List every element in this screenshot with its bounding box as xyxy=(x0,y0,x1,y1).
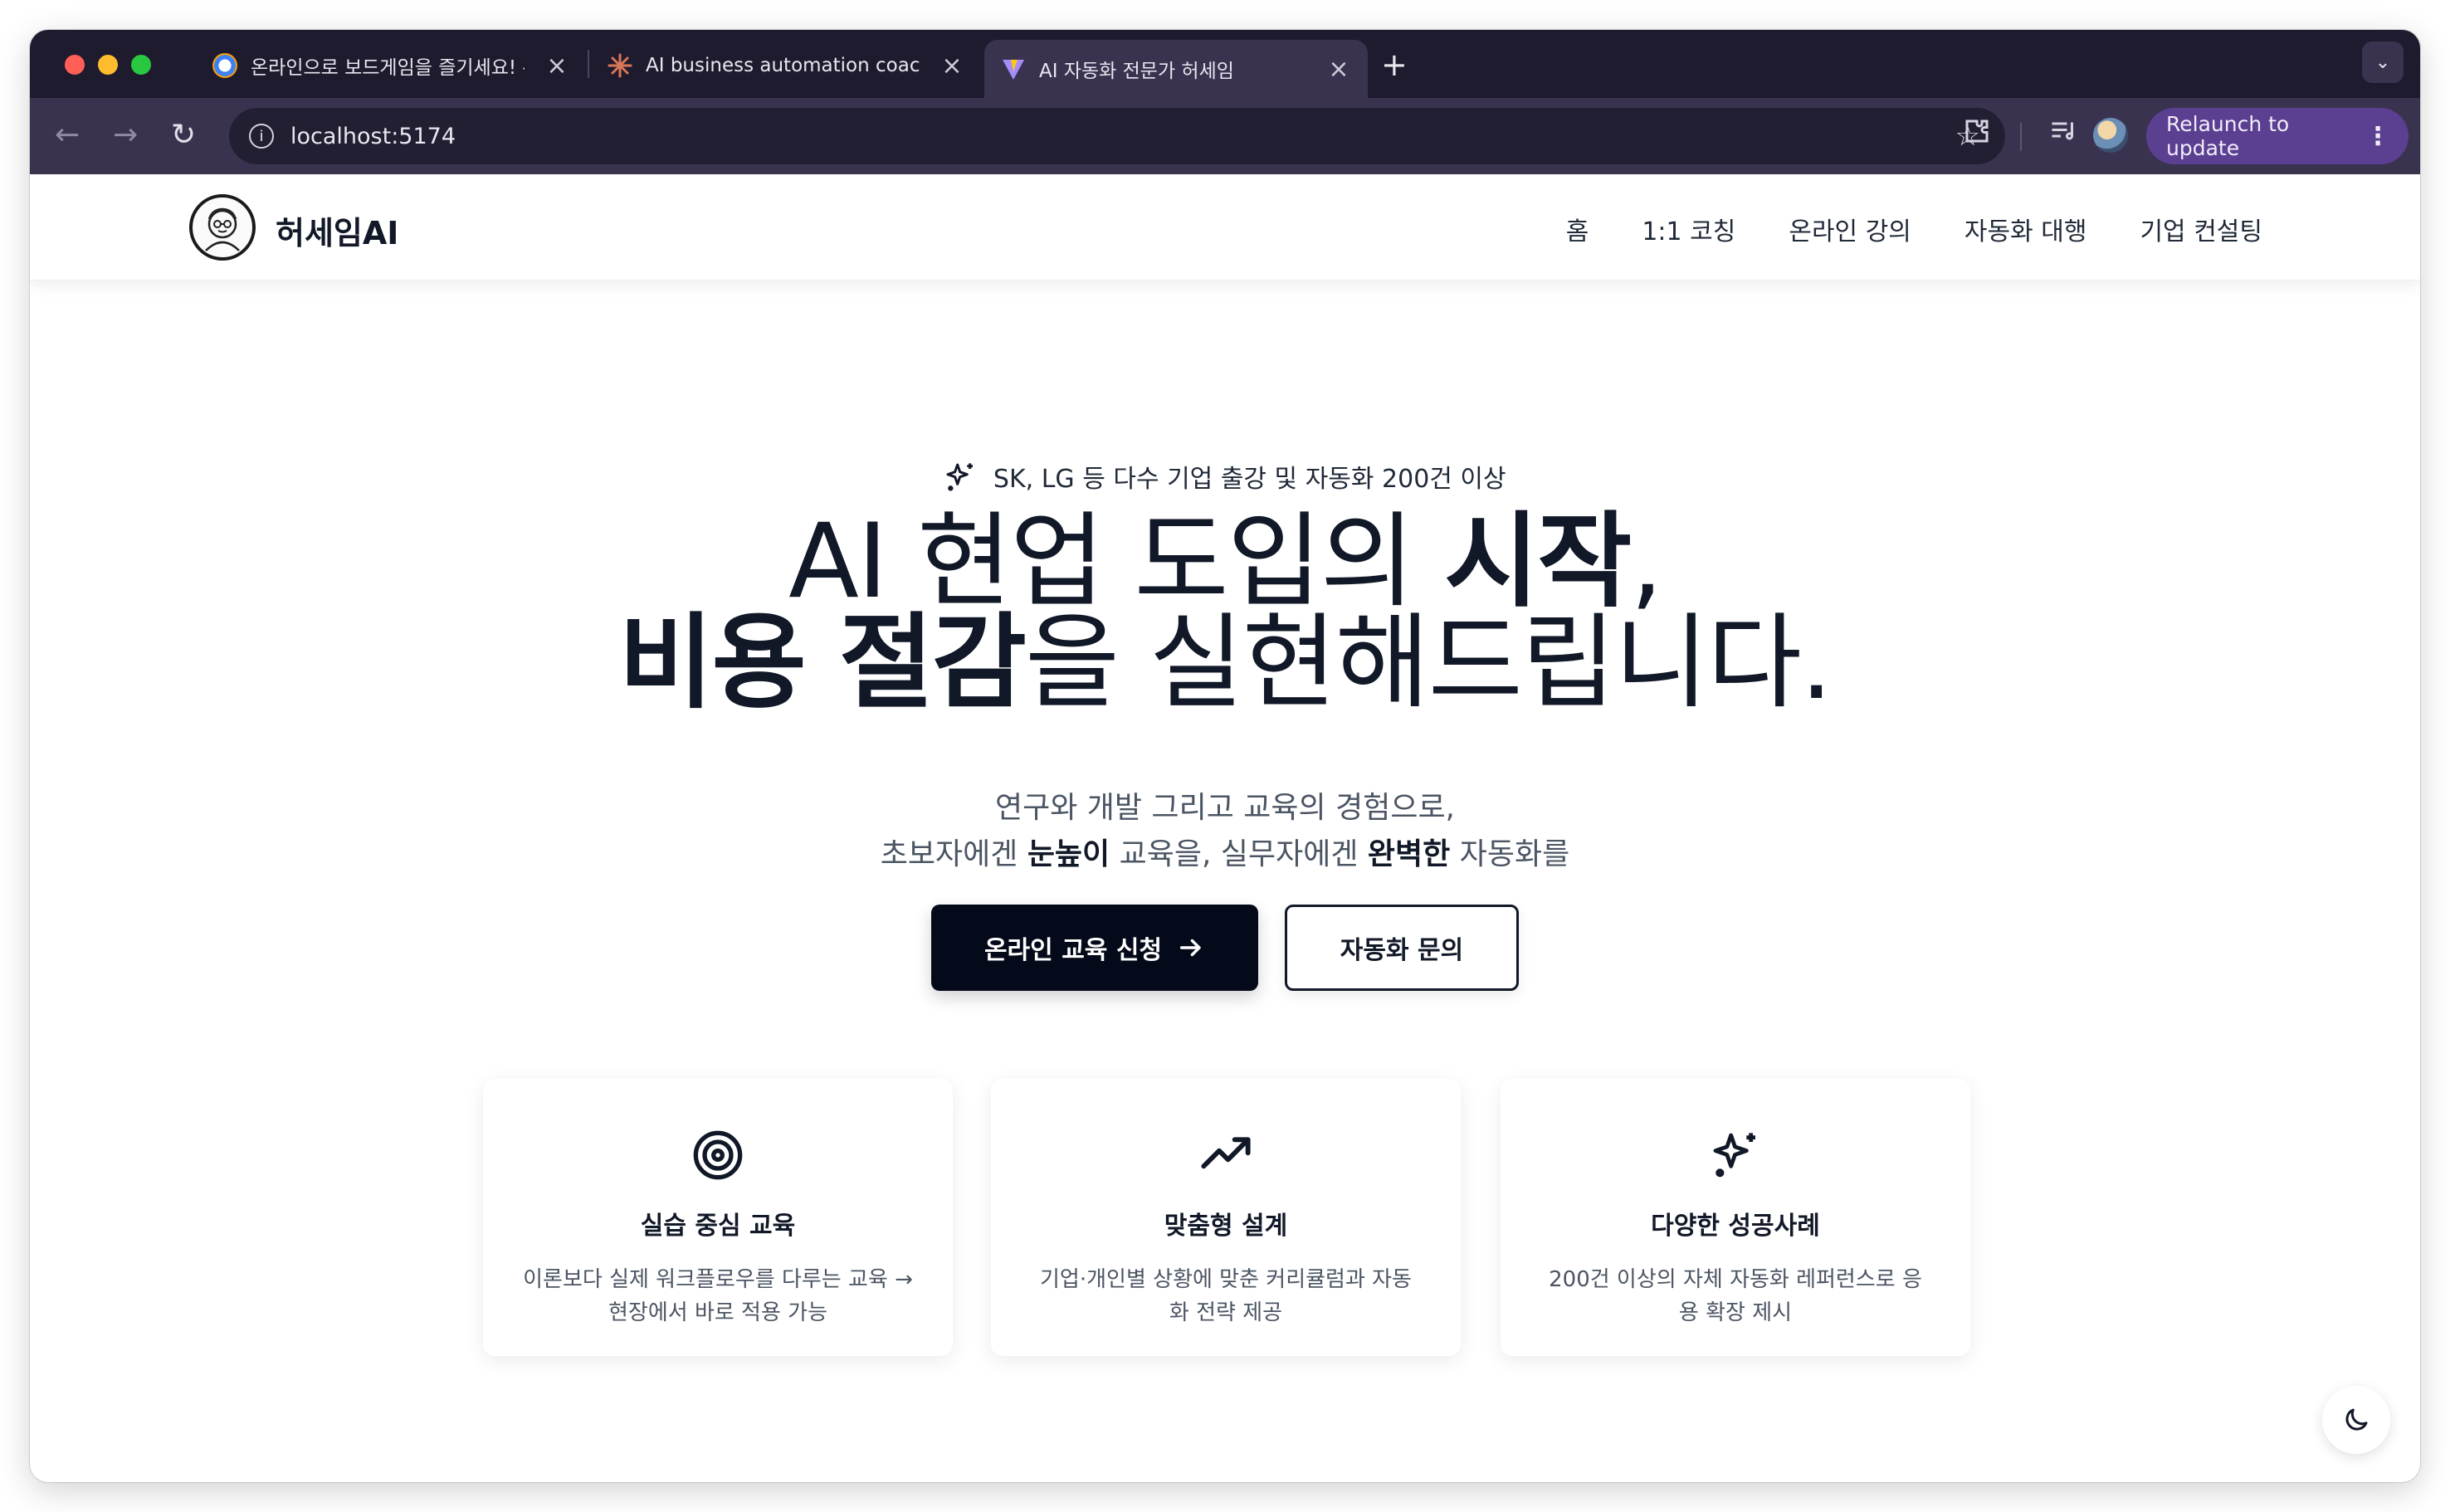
hero-title-text: 을 실현해드립니다. xyxy=(1025,603,1833,723)
minimize-window-button[interactable] xyxy=(98,55,118,75)
nav-online-course[interactable]: 온라인 강의 xyxy=(1789,211,1911,247)
feature-title: 맞춤형 설계 xyxy=(1164,1212,1288,1241)
button-label: 자동화 문의 xyxy=(1340,936,1464,965)
subtitle-text: 교육을, 실무자에겐 xyxy=(1110,837,1368,871)
hero-subtitle-line-2: 초보자에겐 눈높이 교육을, 실무자에겐 완벽한 자동화를 xyxy=(30,832,2420,878)
hero-badge: SK, LG 등 다수 기업 출강 및 자동화 200건 이상 xyxy=(30,458,2420,495)
feature-title: 실습 중심 교육 xyxy=(640,1212,796,1241)
extensions-puzzle-icon[interactable] xyxy=(1962,116,1992,154)
claude-favicon-icon xyxy=(608,53,632,78)
online-course-apply-button[interactable]: 온라인 교육 신청 xyxy=(931,905,1258,991)
sparkles-icon xyxy=(1713,1133,1755,1178)
brand-logo-avatar[interactable] xyxy=(189,194,256,261)
browser-toolbar: ← → ↻ i localhost:5174 ☆ Relaunch to upd… xyxy=(30,98,2420,174)
brand-name[interactable]: 허세임AI xyxy=(276,207,398,253)
tab-divider xyxy=(588,50,589,78)
trending-up-icon xyxy=(1201,1137,1251,1169)
hero-title-line-1: AI 현업 도입의 시작, xyxy=(30,510,2420,613)
maximize-window-button[interactable] xyxy=(131,55,151,75)
nav-home[interactable]: 홈 xyxy=(1566,211,1589,247)
relaunch-to-update-button[interactable]: Relaunch to update ⋮ xyxy=(2146,108,2409,164)
subtitle-emphasis: 눈높이 xyxy=(1027,837,1110,871)
back-arrow-icon[interactable]: ← xyxy=(55,118,80,152)
hero-title-emphasis: 비용 절감 xyxy=(618,603,1027,723)
main-nav: 홈 1:1 코칭 온라인 강의 자동화 대행 기업 컨설팅 xyxy=(1566,211,2262,247)
feature-title: 다양한 성공사례 xyxy=(1651,1212,1820,1241)
nav-automation-service[interactable]: 자동화 대행 xyxy=(1964,211,2087,247)
more-menu-icon: ⋮ xyxy=(2365,121,2390,151)
subtitle-text: 자동화를 xyxy=(1450,837,1570,871)
arrow-right-icon xyxy=(1180,939,1201,957)
vite-favicon-icon xyxy=(1001,56,1026,81)
hero-title: AI 현업 도입의 시작, 비용 절감을 실현해드립니다. xyxy=(30,510,2420,715)
tab-ai-automation[interactable]: AI 자동화 전문가 허세임 × xyxy=(984,40,1368,98)
hero-badge-text: SK, LG 등 다수 기업 출강 및 자동화 200건 이상 xyxy=(993,465,1506,494)
url-text[interactable]: localhost:5174 xyxy=(290,124,456,149)
close-tab-icon[interactable]: × xyxy=(1326,55,1351,84)
close-tab-icon[interactable]: × xyxy=(939,51,964,80)
feature-description: 200건 이상의 자체 자동화 레퍼런스로 응용 확장 제시 xyxy=(1549,1267,1922,1325)
tab-strip: 온라인으로 보드게임을 즐기세요! - × AI business automa… xyxy=(30,30,2420,98)
nav-enterprise-consulting[interactable]: 기업 컨설팅 xyxy=(2140,211,2262,247)
tab-title: AI business automation coach xyxy=(646,55,920,76)
site-header: 허세임AI 홈 1:1 코칭 온라인 강의 자동화 대행 기업 컨설팅 xyxy=(30,174,2420,280)
feature-description: 이론보다 실제 워크플로우를 다루는 교육 → 현장에서 바로 적용 가능 xyxy=(523,1267,913,1325)
close-window-button[interactable] xyxy=(65,55,85,75)
relaunch-label: Relaunch to update xyxy=(2166,112,2290,160)
tab-title: AI 자동화 전문가 허세임 xyxy=(1039,61,1234,82)
sparkles-icon xyxy=(946,463,974,491)
tab-boardgame[interactable]: 온라인으로 보드게임을 즐기세요! - × xyxy=(196,38,586,93)
site-info-icon[interactable]: i xyxy=(249,124,274,149)
new-tab-button[interactable]: + xyxy=(1381,46,1408,83)
tab-search-chevron-icon[interactable]: ⌄ xyxy=(2362,41,2404,83)
tab-title: 온라인으로 보드게임을 즐기세요! - xyxy=(251,57,525,79)
window-controls xyxy=(65,55,151,75)
moon-icon xyxy=(2345,1408,2368,1431)
hero-title-line-2: 비용 절감을 실현해드립니다. xyxy=(30,612,2420,715)
address-bar[interactable]: i localhost:5174 ☆ xyxy=(229,108,2005,164)
subtitle-text: 초보자에겐 xyxy=(880,837,1027,871)
reload-icon[interactable]: ↻ xyxy=(171,118,196,152)
hero-subtitle: 연구와 개발 그리고 교육의 경험으로, 초보자에겐 눈높이 교육을, 실무자에… xyxy=(30,785,2420,878)
target-icon xyxy=(693,1130,743,1180)
feature-card: 실습 중심 교육 이론보다 실제 워크플로우를 다루는 교육 → 현장에서 바로… xyxy=(483,1079,953,1356)
tab-ai-coach[interactable]: AI business automation coach × xyxy=(591,38,981,93)
close-tab-icon[interactable]: × xyxy=(544,51,569,80)
feature-card: 맞춤형 설계 기업·개인별 상황에 맞춘 커리큘럼과 자동화 전략 제공 xyxy=(991,1079,1461,1356)
media-queue-icon[interactable] xyxy=(2048,116,2078,154)
automation-inquiry-button[interactable]: 자동화 문의 xyxy=(1285,905,1519,991)
nav-coaching[interactable]: 1:1 코칭 xyxy=(1642,211,1735,247)
button-label: 온라인 교육 신청 xyxy=(983,936,1163,965)
toolbar-divider xyxy=(2020,123,2022,151)
feature-description: 기업·개인별 상황에 맞춘 커리큘럼과 자동화 전략 제공 xyxy=(1040,1267,1412,1325)
boardgame-favicon-icon xyxy=(212,53,237,78)
browser-window: 온라인으로 보드게임을 즐기세요! - × AI business automa… xyxy=(30,30,2420,1482)
profile-avatar[interactable] xyxy=(2093,118,2128,153)
dark-mode-toggle-button[interactable] xyxy=(2322,1386,2390,1454)
hero-subtitle-line-1: 연구와 개발 그리고 교육의 경험으로, xyxy=(994,791,1456,825)
subtitle-emphasis: 완벽한 xyxy=(1367,837,1451,871)
forward-arrow-icon[interactable]: → xyxy=(113,118,138,152)
feature-card: 다양한 성공사례 200건 이상의 자체 자동화 레퍼런스로 응용 확장 제시 xyxy=(1501,1079,1970,1356)
